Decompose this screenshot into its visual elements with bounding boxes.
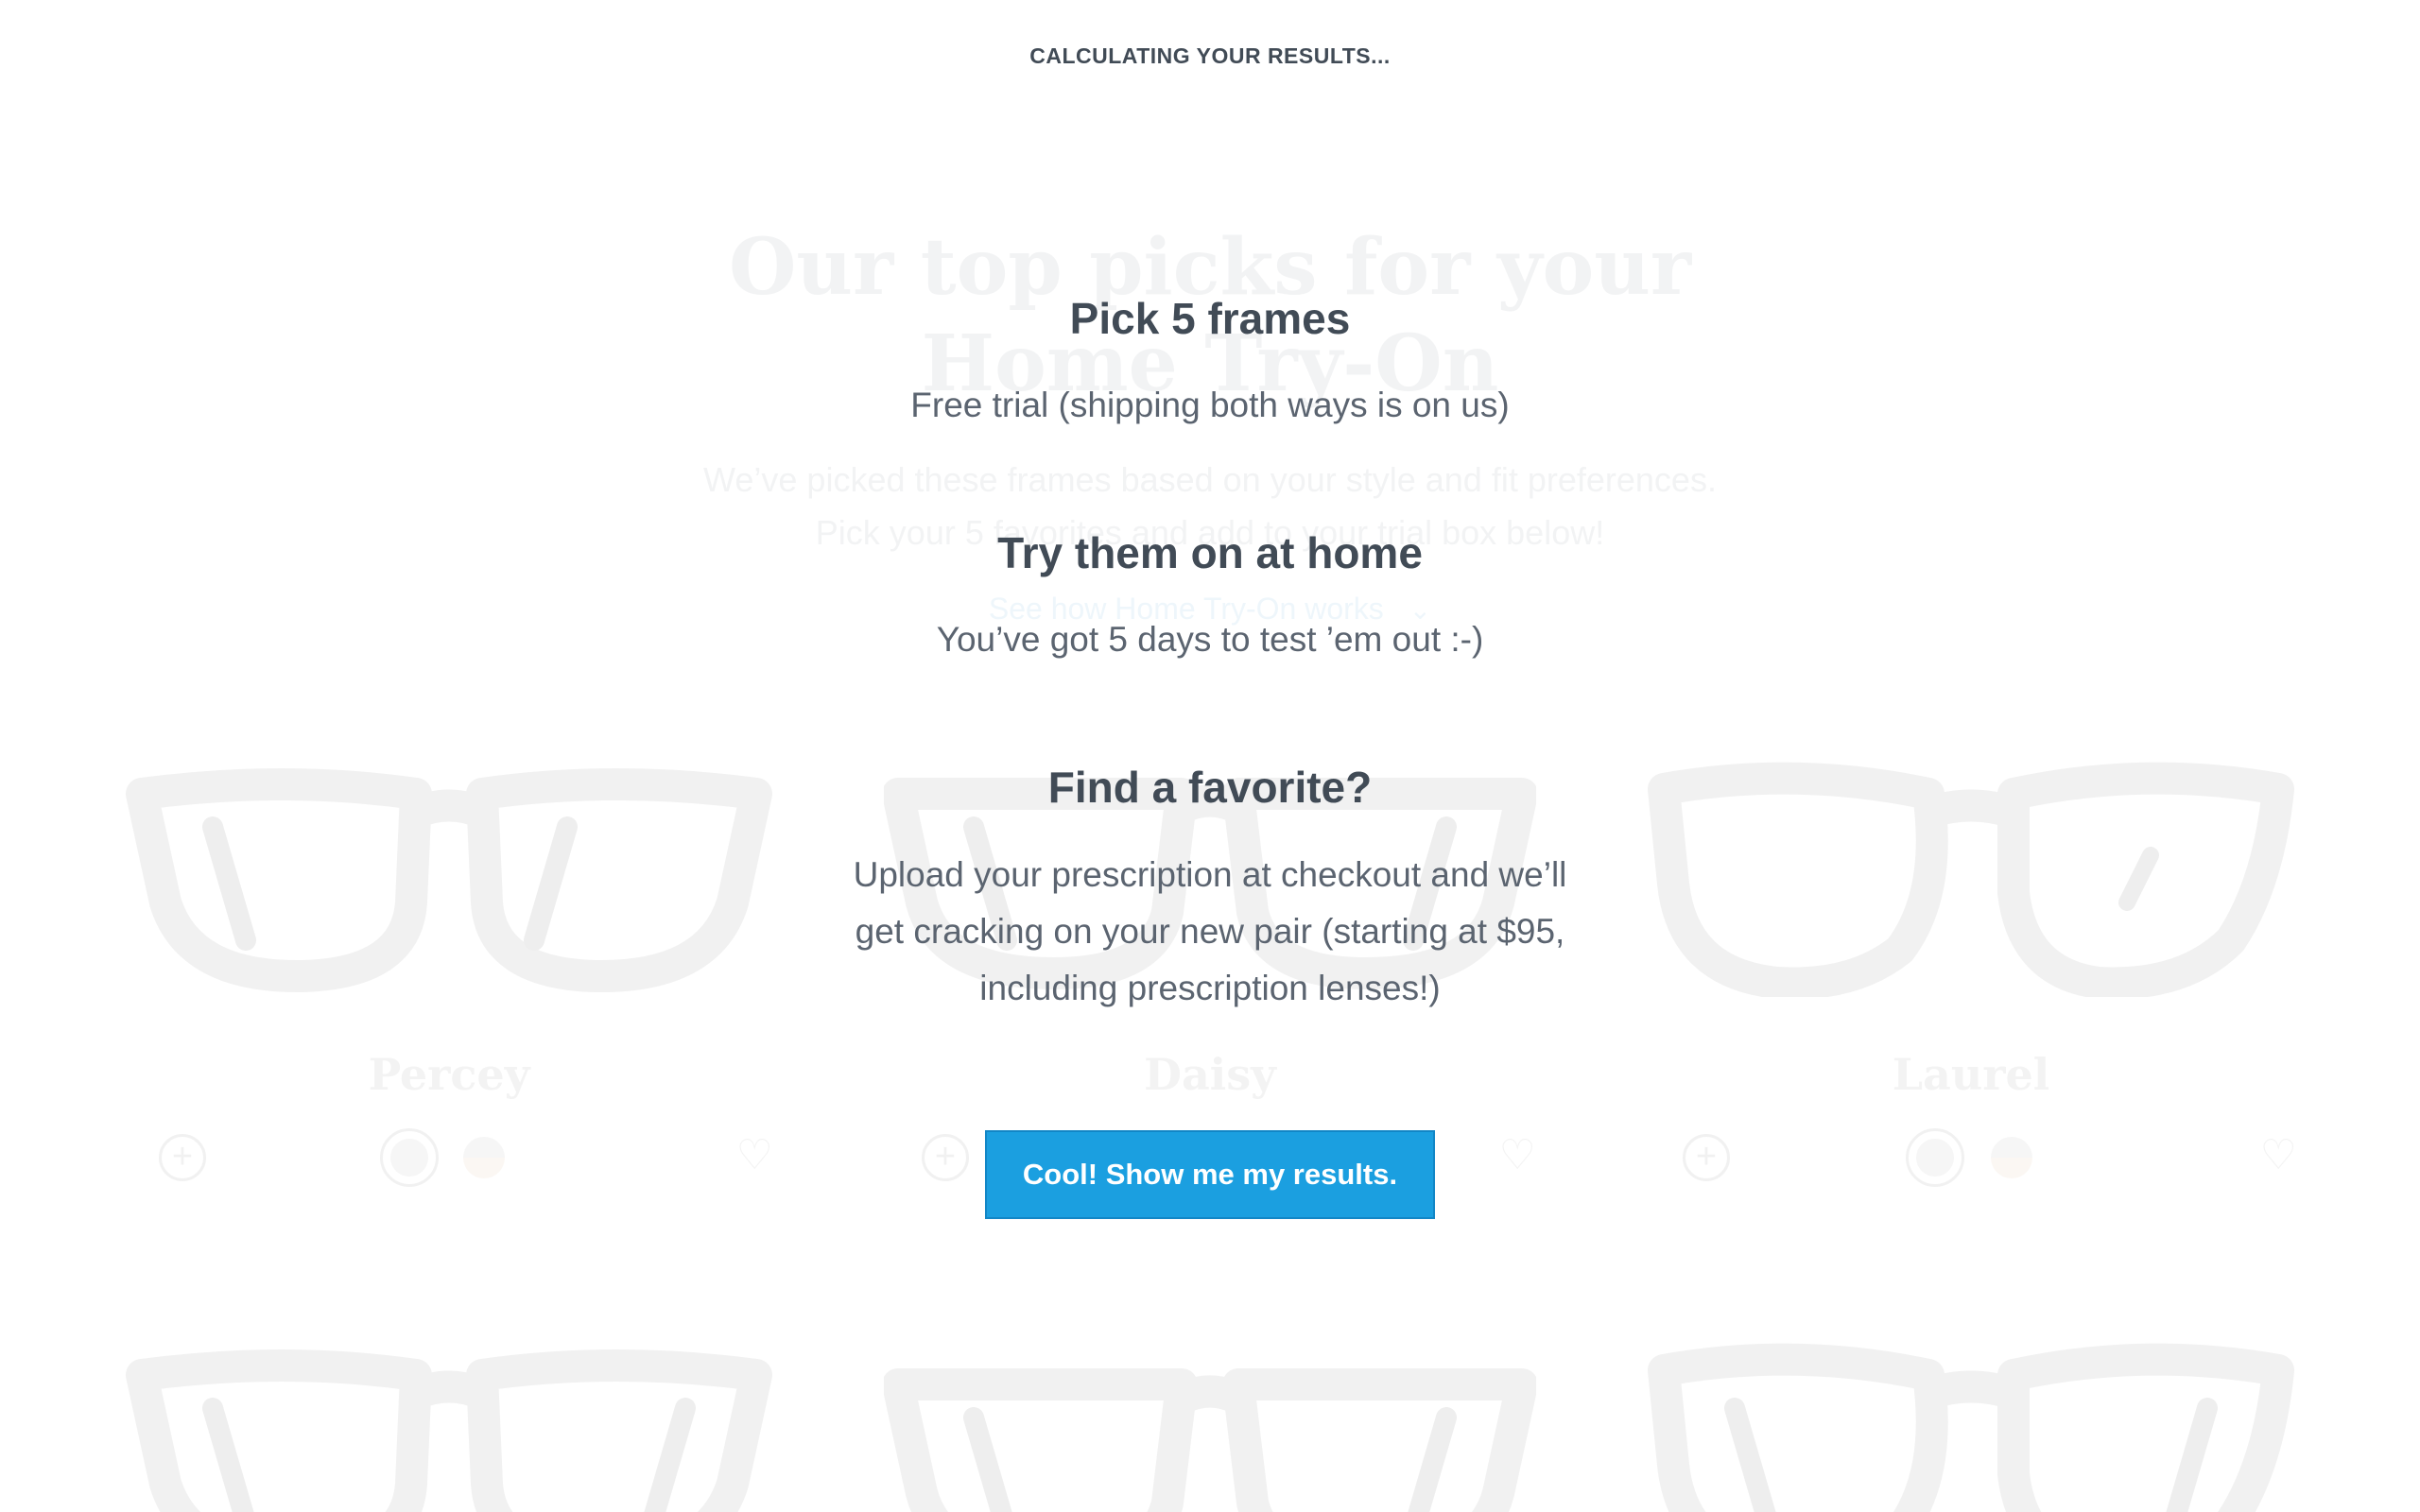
product-actions-laurel: + ♡ [1683,1125,2297,1191]
glasses-icon [884,1368,1536,1512]
color-swatch-selected[interactable] [380,1128,439,1187]
plus-icon[interactable]: + [1683,1134,1730,1181]
color-swatch-selected[interactable] [1906,1128,1964,1187]
step-3-text-line-3: including prescription lenses!) [979,969,1441,1007]
step-1-title: Pick 5 frames [1069,294,1351,343]
product-name-daisy[interactable]: Daisy [832,1049,1588,1100]
step-2-title: Try them on at home [997,528,1423,577]
step-3-text-line-1: Upload your prescription at checkout and… [853,855,1567,894]
step-1-text: Free trial (shipping both ways is on us) [910,386,1510,424]
glasses-icon [126,1349,772,1512]
step-3-title: Find a favorite? [1047,763,1373,812]
show-results-button[interactable]: Cool! Show me my results. [985,1130,1435,1219]
background-results-page: Our top picks for your Home Try-On We’ve… [0,0,2420,1512]
heart-icon[interactable]: ♡ [2260,1132,2297,1179]
page: Our top picks for your Home Try-On We’ve… [0,0,2420,1512]
color-swatch[interactable] [463,1137,505,1178]
glasses-icon [1648,1343,2294,1512]
product-image-row2-1[interactable] [123,1342,775,1512]
calculating-results-heading: CALCULATING YOUR RESULTS... [1029,43,1391,68]
step-3-text: Upload your prescription at checkout and… [813,847,1607,1017]
plus-icon[interactable]: + [922,1134,969,1181]
product-image-row2-3[interactable] [1645,1342,2297,1512]
step-3-text-line-2: get cracking on your new pair (starting … [855,912,1565,951]
step-2-text: You’ve got 5 days to test ’em out :-) [936,620,1484,659]
heart-icon[interactable]: ♡ [736,1132,773,1179]
product-actions-percey: + ♡ [159,1125,773,1191]
color-swatch[interactable] [1991,1137,2032,1178]
product-image-row2-2[interactable] [884,1351,1536,1512]
product-name-percey[interactable]: Percey [71,1049,827,1100]
heart-icon[interactable]: ♡ [1499,1132,1536,1179]
plus-icon[interactable]: + [159,1134,206,1181]
product-name-laurel[interactable]: Laurel [1593,1049,2349,1100]
background-subtitle-line-1: We’ve picked these frames based on your … [703,460,1717,499]
